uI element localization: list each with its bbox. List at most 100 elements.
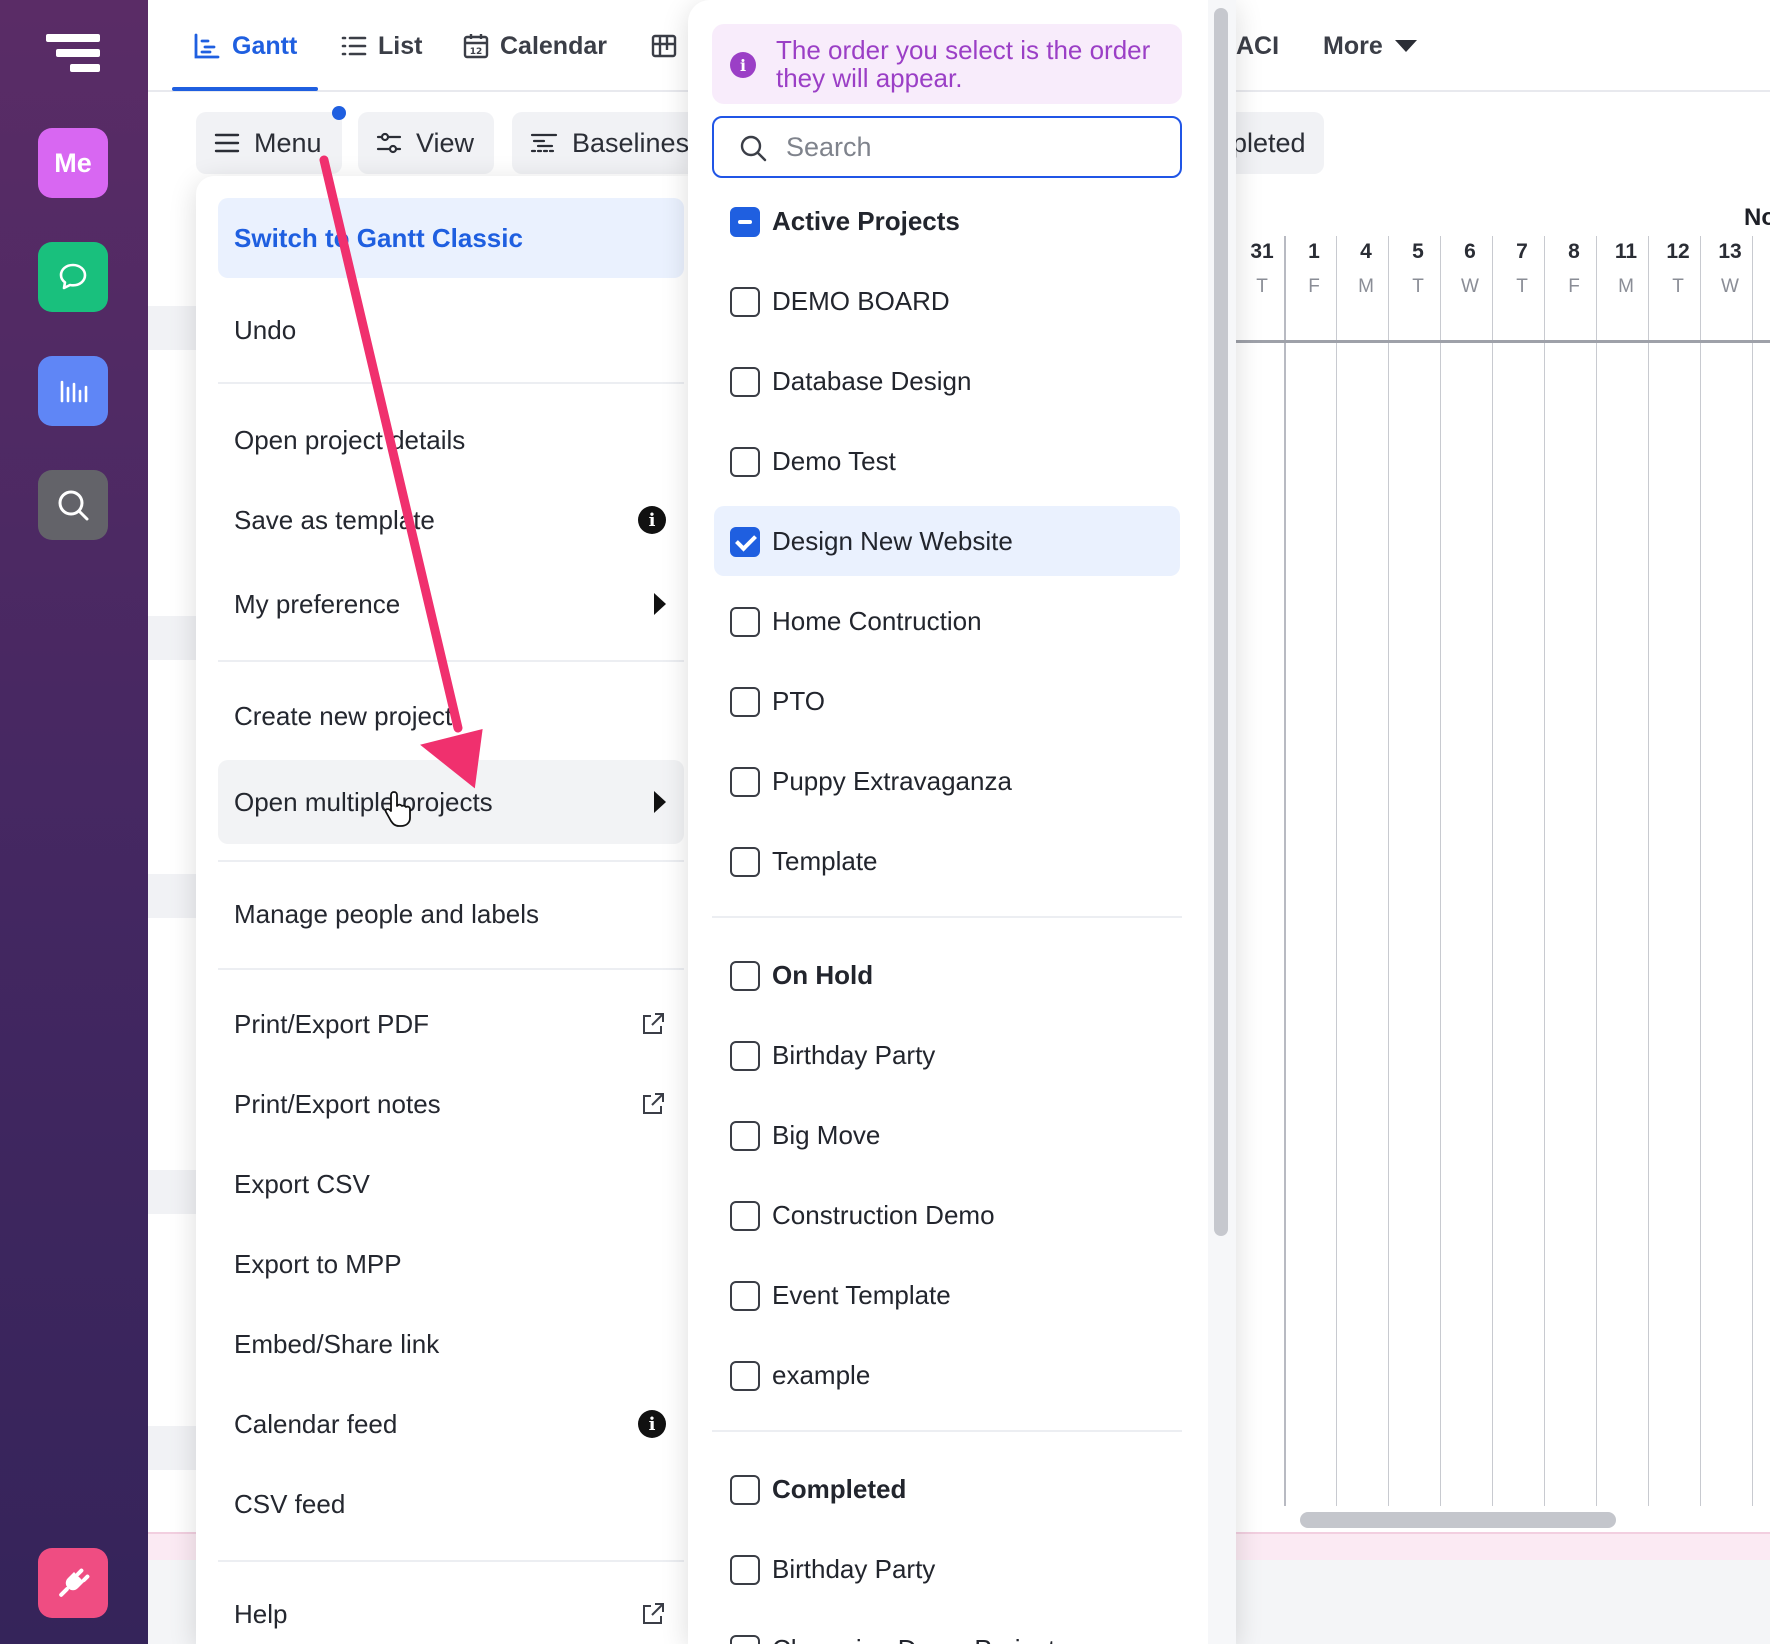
timeline-weekday: T bbox=[1412, 276, 1424, 297]
menu-csv-feed[interactable]: CSV feed bbox=[218, 1468, 684, 1540]
menu-embed-share-link[interactable]: Embed/Share link bbox=[218, 1308, 684, 1380]
project-list-item[interactable]: DEMO BOARD bbox=[714, 266, 1180, 336]
external-link-icon bbox=[640, 1011, 666, 1037]
menu-open-multiple-projects[interactable]: Open multiple projects bbox=[218, 760, 684, 844]
menu-divider bbox=[218, 1560, 684, 1562]
project-list-item[interactable]: PTO bbox=[714, 666, 1180, 736]
timeline-day-number: 13 bbox=[1718, 240, 1742, 263]
reports-button[interactable] bbox=[38, 356, 108, 426]
menu-print-export-pdf[interactable]: Print/Export PDF bbox=[218, 988, 684, 1060]
menu-open-project-details[interactable]: Open project details bbox=[218, 404, 684, 476]
project-checkbox[interactable] bbox=[730, 447, 760, 477]
menu-export-csv[interactable]: Export CSV bbox=[218, 1148, 684, 1220]
project-list-item[interactable]: Construction Demo bbox=[714, 1180, 1180, 1250]
project-list-item[interactable]: Big Move bbox=[714, 1100, 1180, 1170]
me-button[interactable]: Me bbox=[38, 128, 108, 198]
project-list-item[interactable]: Champion Demo Project bbox=[714, 1614, 1180, 1644]
menu-create-new-project[interactable]: Create new project bbox=[218, 680, 684, 752]
menu-undo[interactable]: Undo bbox=[218, 294, 684, 366]
project-group-heading[interactable]: Completed bbox=[714, 1454, 1180, 1524]
project-search-field[interactable] bbox=[712, 116, 1182, 178]
horizontal-scrollbar[interactable] bbox=[1300, 1512, 1616, 1528]
order-notice: i The order you select is the order they… bbox=[712, 24, 1182, 104]
me-label: Me bbox=[54, 147, 92, 178]
timeline-day-number: 8 bbox=[1568, 240, 1580, 263]
project-checkbox[interactable] bbox=[730, 1635, 760, 1644]
baselines-button[interactable]: Baselines bbox=[512, 112, 712, 174]
menu-print-export-notes[interactable]: Print/Export notes bbox=[218, 1068, 684, 1140]
tab-gantt[interactable]: Gantt bbox=[192, 26, 297, 66]
project-checkbox[interactable] bbox=[730, 367, 760, 397]
project-group-label: Completed bbox=[772, 1473, 907, 1504]
menu-my-preferences[interactable]: My preference bbox=[218, 568, 684, 640]
switch-to-gantt-classic[interactable]: Switch to Gantt Classic bbox=[218, 198, 684, 278]
global-search-button[interactable] bbox=[38, 470, 108, 540]
timeline-gridline bbox=[1336, 236, 1337, 1506]
gantt-icon bbox=[194, 33, 220, 59]
timeline-gridline bbox=[1596, 236, 1597, 1506]
tab-board[interactable] bbox=[650, 26, 678, 66]
project-list-item[interactable]: Event Template bbox=[714, 1260, 1180, 1330]
vertical-scrollbar[interactable] bbox=[1214, 8, 1228, 1236]
info-icon[interactable]: i bbox=[638, 1410, 666, 1438]
project-checkbox[interactable] bbox=[730, 1201, 760, 1231]
group-checkbox[interactable] bbox=[730, 1475, 760, 1505]
project-list-item[interactable]: Puppy Extravaganza bbox=[714, 746, 1180, 816]
project-label: DEMO BOARD bbox=[772, 285, 950, 316]
project-checkbox[interactable] bbox=[730, 607, 760, 637]
chat-button[interactable] bbox=[38, 242, 108, 312]
menu-save-as-template[interactable]: Save as template i bbox=[218, 484, 684, 556]
caret-down-icon bbox=[1394, 40, 1417, 52]
timeline-gridline bbox=[1544, 236, 1545, 1506]
more-tabs-button[interactable]: More bbox=[1323, 26, 1419, 66]
menu-help[interactable]: Help bbox=[218, 1578, 684, 1644]
timeline-day-number: 11 bbox=[1614, 240, 1638, 263]
project-list-item[interactable]: example bbox=[714, 1340, 1180, 1410]
group-checkbox[interactable] bbox=[730, 961, 760, 991]
menu-manage-people-labels[interactable]: Manage people and labels bbox=[218, 878, 684, 950]
project-search-input[interactable] bbox=[786, 131, 1146, 163]
project-label: Demo Test bbox=[772, 445, 896, 476]
project-checkbox[interactable] bbox=[730, 1121, 760, 1151]
project-checkbox[interactable] bbox=[730, 1555, 760, 1585]
project-list-item[interactable]: Birthday Party bbox=[714, 1534, 1180, 1604]
project-checkbox[interactable] bbox=[730, 1281, 760, 1311]
menu-divider bbox=[218, 860, 684, 862]
my-preferences-label: My preference bbox=[234, 588, 401, 619]
project-list-item[interactable]: Demo Test bbox=[714, 426, 1180, 496]
tab-list[interactable]: List bbox=[340, 26, 422, 66]
project-list-item[interactable]: Design New Website bbox=[714, 506, 1180, 576]
project-checkbox[interactable] bbox=[730, 767, 760, 797]
project-group-heading[interactable]: Active Projects bbox=[714, 186, 1180, 256]
project-label: Puppy Extravaganza bbox=[772, 765, 1012, 796]
project-list-item[interactable]: Database Design bbox=[714, 346, 1180, 416]
timeline-weekday: T bbox=[1256, 276, 1268, 297]
project-list-item[interactable]: Home Contruction bbox=[714, 586, 1180, 656]
project-checkbox[interactable] bbox=[730, 527, 760, 557]
menu-button[interactable]: Menu bbox=[196, 112, 342, 174]
info-icon[interactable]: i bbox=[638, 506, 666, 534]
project-checkbox[interactable] bbox=[730, 287, 760, 317]
save-as-template-label: Save as template bbox=[234, 504, 435, 535]
notification-dot bbox=[332, 106, 346, 120]
integrations-button[interactable] bbox=[38, 1548, 108, 1618]
timeline-header-divider bbox=[1236, 340, 1770, 343]
project-checkbox[interactable] bbox=[730, 1361, 760, 1391]
timeline-today-divider bbox=[1284, 236, 1286, 1506]
project-checkbox[interactable] bbox=[730, 687, 760, 717]
menu-export-mpp[interactable]: Export to MPP bbox=[218, 1228, 684, 1300]
app-logo-icon[interactable] bbox=[44, 32, 104, 76]
group-checkbox[interactable] bbox=[730, 207, 760, 237]
tab-calendar[interactable]: 12 Calendar bbox=[462, 26, 607, 66]
project-label: Event Template bbox=[772, 1279, 951, 1310]
view-button[interactable]: View bbox=[358, 112, 494, 174]
project-list-item[interactable]: Template bbox=[714, 826, 1180, 896]
project-group-heading[interactable]: On Hold bbox=[714, 940, 1180, 1010]
menu-divider bbox=[218, 660, 684, 662]
project-checkbox[interactable] bbox=[730, 847, 760, 877]
menu-calendar-feed[interactable]: Calendar feed i bbox=[218, 1388, 684, 1460]
project-checkbox[interactable] bbox=[730, 1041, 760, 1071]
project-list-item[interactable]: Birthday Party bbox=[714, 1020, 1180, 1090]
menu-divider bbox=[218, 382, 684, 384]
tab-raci[interactable]: ACI bbox=[1236, 26, 1279, 66]
